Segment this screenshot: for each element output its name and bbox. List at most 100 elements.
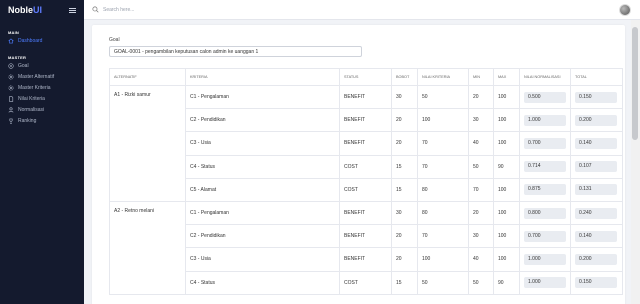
normalisasi-cell: 0.714 <box>519 154 571 179</box>
column-header: ALTERNATIF <box>109 68 186 86</box>
search-input[interactable] <box>103 6 303 13</box>
normalisasi-value: 1.000 <box>524 253 566 265</box>
sidebar-item-label: Goal <box>18 62 29 69</box>
nilai-kriteria-cell: 80 <box>417 177 469 202</box>
max-cell: 90 <box>493 270 520 295</box>
bobot-cell: 20 <box>391 108 418 133</box>
bobot-cell: 30 <box>391 200 418 226</box>
min-cell: 20 <box>468 200 494 226</box>
status-cell: COST <box>339 154 392 179</box>
status-cell: BENEFIT <box>339 84 392 110</box>
kriteria-cell: C2 - Pendidikan <box>185 224 340 249</box>
goal-label: Goal <box>109 37 120 43</box>
total-value: 0.150 <box>575 91 617 103</box>
max-cell: 100 <box>493 200 520 226</box>
total-cell: 0.131 <box>570 177 623 202</box>
normalisasi-value: 1.000 <box>524 114 566 126</box>
nilai-kriteria-cell: 70 <box>417 131 469 156</box>
sidebar-item-nilai-kriteria[interactable]: Nilai Kriteria <box>0 93 84 104</box>
nilai-kriteria-cell: 100 <box>417 108 469 133</box>
sidebar-item-goal[interactable]: Goal <box>0 60 84 71</box>
goal-field[interactable] <box>109 46 362 57</box>
total-cell: 0.150 <box>570 84 623 110</box>
sidebar-item-normalisasi[interactable]: Normalisasi <box>0 104 84 115</box>
normalisasi-cell: 0.875 <box>519 177 571 202</box>
bobot-cell: 20 <box>391 224 418 249</box>
normalisasi-cell: 0.500 <box>519 84 571 110</box>
sidebar-item-label: Nilai Kriteria <box>18 95 45 102</box>
normalisasi-value: 1.000 <box>524 277 566 289</box>
table-header-row: ALTERNATIF KRITERIA STATUS BOBOT NILAI K… <box>109 68 623 86</box>
total-value: 0.240 <box>575 207 617 219</box>
table-row: C3 - Usia BENEFIT 20 100 40 100 1.000 0.… <box>110 247 623 272</box>
total-value: 0.150 <box>575 277 617 289</box>
status-cell: BENEFIT <box>339 247 392 272</box>
sidebar-item-master-kriteria[interactable]: Master Kriteria <box>0 82 84 93</box>
alternatif-cell: A1 - Rizki samur <box>109 85 186 202</box>
status-cell: BENEFIT <box>339 200 392 226</box>
trophy-icon <box>8 118 14 124</box>
bobot-cell: 15 <box>391 177 418 202</box>
sidebar-item-label: Normalisasi <box>18 106 45 113</box>
total-cell: 0.107 <box>570 154 623 179</box>
total-value: 0.131 <box>575 184 617 196</box>
sidebar-item-label: Master Alternatif <box>18 73 55 80</box>
bobot-cell: 30 <box>391 84 418 110</box>
total-value: 0.107 <box>575 161 617 173</box>
sidebar-item-dashboard[interactable]: Dashboard <box>0 35 84 46</box>
min-cell: 20 <box>468 84 494 110</box>
column-header: MAX <box>493 68 520 86</box>
sidebar-item-ranking[interactable]: Ranking <box>0 115 84 126</box>
avatar[interactable] <box>619 4 631 16</box>
total-cell: 0.140 <box>570 131 623 156</box>
column-header: NILAI KRITERIA <box>417 68 469 86</box>
settings-icon <box>8 74 14 80</box>
total-cell: 0.150 <box>570 270 623 295</box>
content-card: Goal ALTERNATIF KRITERIA STATUS BOBOT NI… <box>92 25 625 304</box>
min-cell: 50 <box>468 154 494 179</box>
nilai-kriteria-cell: 70 <box>417 224 469 249</box>
total-value: 0.200 <box>575 253 617 265</box>
total-value: 0.140 <box>575 230 617 242</box>
min-cell: 30 <box>468 108 494 133</box>
bobot-cell: 15 <box>391 154 418 179</box>
menu-toggle-icon[interactable] <box>69 7 76 13</box>
bobot-cell: 20 <box>391 131 418 156</box>
min-cell: 40 <box>468 247 494 272</box>
table-row: C4 - Status COST 15 50 50 90 1.000 0.150 <box>110 270 623 295</box>
page-scrollbar[interactable] <box>631 20 640 304</box>
kriteria-cell: C1 - Pengalaman <box>185 84 340 110</box>
status-cell: BENEFIT <box>339 131 392 156</box>
total-value: 0.140 <box>575 137 617 149</box>
status-cell: BENEFIT <box>339 108 392 133</box>
brand-row: NobleUI <box>0 0 84 20</box>
brand-logo[interactable]: NobleUI <box>8 5 42 15</box>
kriteria-cell: C5 - Alamat <box>185 177 340 202</box>
normalisasi-value: 0.700 <box>524 230 566 242</box>
nilai-kriteria-cell: 70 <box>417 154 469 179</box>
nilai-kriteria-cell: 50 <box>417 270 469 295</box>
status-cell: COST <box>339 270 392 295</box>
column-header: MIN <box>468 68 494 86</box>
scrollbar-thumb[interactable] <box>632 27 638 140</box>
table-row: C5 - Alamat COST 15 80 70 100 0.875 0.13… <box>110 177 623 202</box>
normalization-table: ALTERNATIF KRITERIA STATUS BOBOT NILAI K… <box>109 68 623 295</box>
alternatif-cell: A2 - Retno melani <box>109 200 186 295</box>
kriteria-cell: C4 - Status <box>185 270 340 295</box>
column-header: STATUS <box>339 68 392 86</box>
max-cell: 100 <box>493 84 520 110</box>
settings-icon <box>8 85 14 91</box>
sidebar-item-master-alternatif[interactable]: Master Alternatif <box>0 71 84 82</box>
min-cell: 50 <box>468 270 494 295</box>
bobot-cell: 15 <box>391 270 418 295</box>
target-icon <box>8 62 14 69</box>
min-cell: 70 <box>468 177 494 202</box>
home-icon <box>8 38 14 44</box>
normalisasi-value: 0.700 <box>524 137 566 149</box>
status-cell: BENEFIT <box>339 224 392 249</box>
total-cell: 0.200 <box>570 247 623 272</box>
status-cell: COST <box>339 177 392 202</box>
kriteria-cell: C3 - Usia <box>185 131 340 156</box>
kriteria-cell: C3 - Usia <box>185 247 340 272</box>
normalisasi-cell: 0.700 <box>519 224 571 249</box>
